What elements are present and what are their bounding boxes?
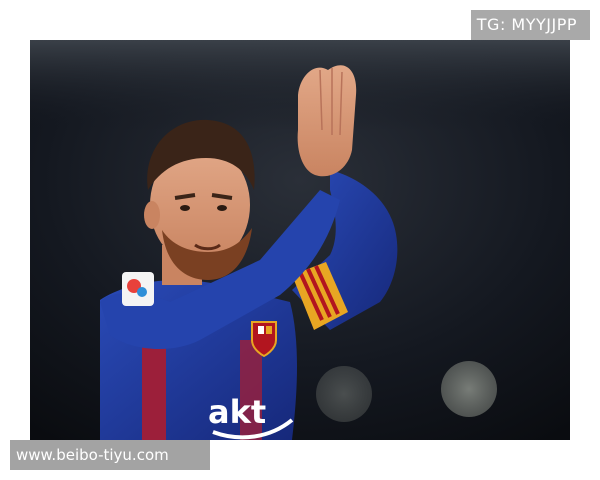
ear bbox=[144, 201, 160, 229]
clapping-hands bbox=[297, 65, 357, 177]
bokeh-circle bbox=[316, 366, 372, 422]
league-patch-mark bbox=[137, 287, 147, 297]
eye bbox=[217, 205, 227, 211]
club-crest-detail bbox=[258, 326, 264, 334]
club-crest-detail bbox=[266, 326, 272, 334]
bokeh-circle bbox=[441, 361, 497, 417]
jersey-stripe bbox=[142, 340, 166, 440]
player-photo: akt bbox=[30, 40, 570, 440]
photo-illustration: akt bbox=[30, 40, 570, 440]
watermark-bottom: www.beibo-tiyu.com bbox=[10, 440, 210, 470]
eye bbox=[180, 205, 190, 211]
page: akt TG: MYYJJPP www.beibo-tiyu.com bbox=[0, 0, 600, 480]
watermark-top: TG: MYYJJPP bbox=[470, 10, 590, 40]
shirt-sponsor-text: akt bbox=[208, 393, 266, 431]
